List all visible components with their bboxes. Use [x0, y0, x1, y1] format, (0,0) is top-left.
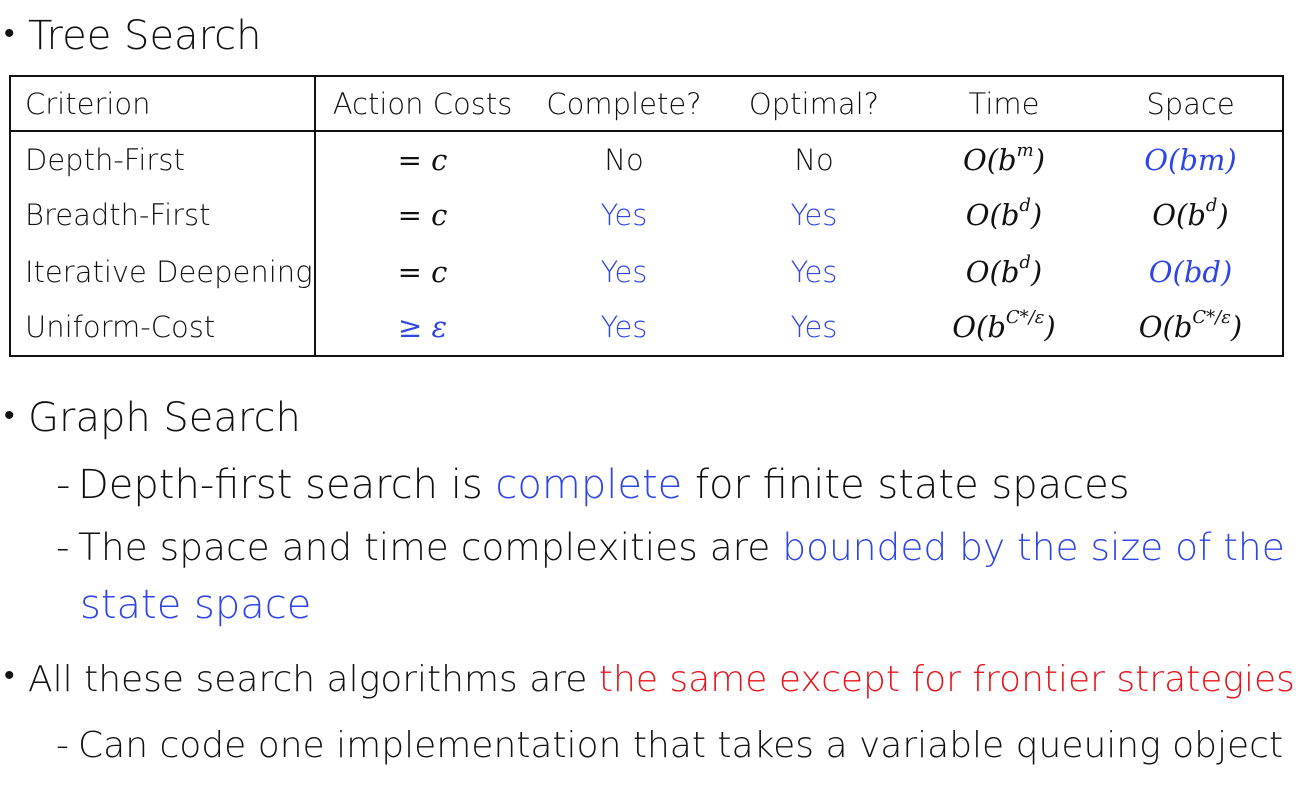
dash-marker: - — [56, 462, 71, 508]
graph-search-heading: • Graph Search — [4, 398, 301, 438]
bullet-marker: • — [4, 16, 15, 51]
table-header-row: Criterion Action Costs Complete? Optimal… — [10, 76, 1283, 132]
complete-cell: No — [604, 142, 644, 177]
time-cell: O(bC*/ε) — [952, 307, 1056, 345]
graph-search-point-2: - The space and time complexities are bou… — [56, 525, 1285, 569]
graph-search-label: Graph Search — [28, 395, 301, 441]
optimal-cell: Yes — [790, 198, 838, 233]
header-space: Space — [1099, 76, 1283, 132]
point-highlight: bounded by the size of the — [782, 525, 1285, 569]
optimal-cell: Yes — [790, 254, 838, 289]
bullet-marker: • — [4, 658, 15, 693]
search-criteria-table: Criterion Action Costs Complete? Optimal… — [9, 75, 1284, 357]
header-criterion: Criterion — [10, 76, 316, 132]
criterion-cell: Breadth-First — [10, 187, 316, 244]
table-row: Uniform-Cost ≥ ε Yes Yes O(bC*/ε) O(bC*/… — [10, 299, 1283, 356]
graph-search-point-2-continuation: state space — [80, 582, 312, 628]
cost-cell: = c — [397, 198, 448, 233]
cost-cell: = c — [397, 142, 448, 177]
optimal-cell: No — [794, 142, 834, 177]
point-text: for finite state spaces — [682, 462, 1130, 508]
point-highlight: complete — [495, 462, 683, 508]
table-row: Depth-First = c No No O(bm) O(bm) — [10, 131, 1283, 188]
all-algorithms-point: • All these search algorithms are the sam… — [4, 661, 1295, 698]
cost-cell: = c — [397, 254, 448, 289]
criterion-cell: Uniform-Cost — [10, 299, 316, 356]
space-cell: O(bm) — [1144, 142, 1237, 177]
table-row: Iterative Deepening = c Yes Yes O(bd) O(… — [10, 243, 1283, 300]
time-cell: O(bd) — [965, 251, 1043, 289]
header-action-costs: Action Costs — [315, 76, 529, 132]
point-text: The space and time complexities are — [78, 525, 783, 569]
dash-marker: - — [56, 525, 70, 569]
graph-search-point-1: - Depth-first search is complete for fini… — [56, 465, 1130, 505]
space-cell: O(bd) — [1152, 195, 1229, 233]
tree-search-label: Tree Search — [28, 13, 262, 59]
complete-cell: Yes — [600, 310, 648, 345]
bullet-marker: • — [4, 398, 15, 433]
header-time: Time — [909, 76, 1099, 132]
cost-cell: ≥ ε — [397, 310, 448, 345]
time-cell: O(bm) — [962, 139, 1046, 177]
space-cell: O(bd) — [1148, 254, 1233, 289]
table-row: Breadth-First = c Yes Yes O(bd) O(bd) — [10, 187, 1283, 244]
space-cell: O(bC*/ε) — [1138, 307, 1243, 345]
complete-cell: Yes — [600, 198, 648, 233]
criterion-cell: Depth-First — [10, 131, 316, 188]
tree-search-heading: • Tree Search — [4, 16, 261, 56]
dash-marker: - — [56, 725, 69, 766]
complete-cell: Yes — [600, 254, 648, 289]
point-highlight: the same except for frontier strategies — [598, 659, 1295, 700]
point-text: Depth-first search is — [78, 462, 496, 508]
optimal-cell: Yes — [790, 310, 838, 345]
criterion-cell: Iterative Deepening — [10, 243, 316, 300]
header-optimal: Optimal? — [719, 76, 909, 132]
time-cell: O(bd) — [965, 195, 1043, 233]
point-text: All these search algorithms are — [28, 659, 599, 700]
all-algorithms-subpoint: - Can code one implementation that takes … — [56, 728, 1283, 764]
header-complete: Complete? — [529, 76, 719, 132]
point-text: Can code one implementation that takes a… — [78, 725, 1284, 766]
